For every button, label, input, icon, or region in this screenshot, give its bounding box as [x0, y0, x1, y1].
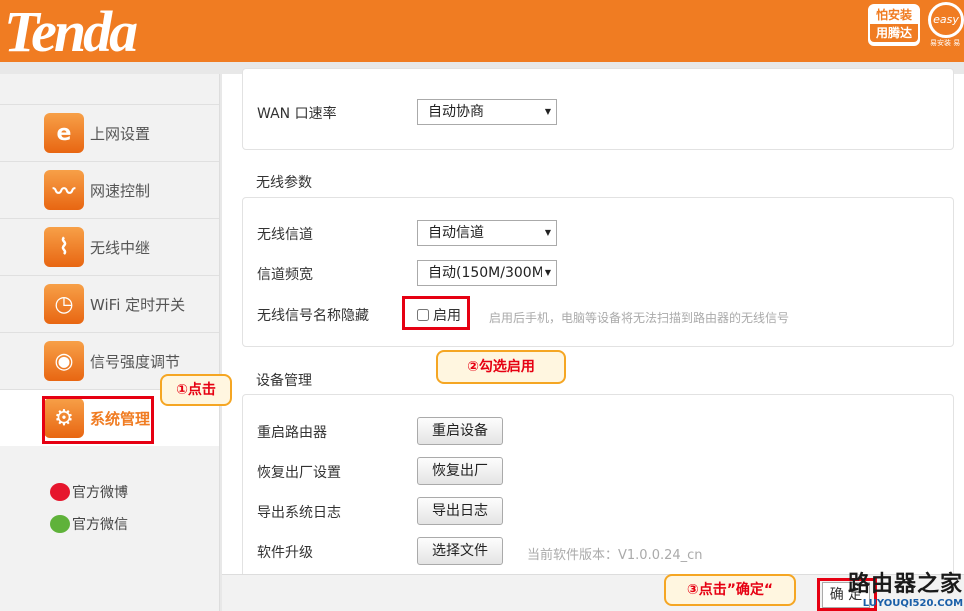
header-bar: Tenda 怕安装 用腾达 easy 易安装 易 — [0, 0, 964, 64]
callout-step1: ①点击 — [160, 374, 232, 406]
easy-icon: easy — [928, 2, 964, 38]
sidebar-item-label: WiFi 定时开关 — [90, 295, 186, 314]
easy-caption: 易安装 易 — [930, 39, 961, 47]
export-log-label: 导出系统日志 — [257, 505, 341, 521]
sidebar-item-internet-settings[interactable]: e 上网设置 — [0, 104, 219, 161]
sidebar-item-label: 无线中继 — [90, 238, 151, 257]
sidebar-item-wifi-timer[interactable]: ◷ WiFi 定时开关 — [0, 275, 219, 332]
sidebar-item-label: 上网设置 — [90, 124, 151, 143]
bandwidth-label: 信道频宽 — [257, 267, 313, 283]
highlight-hide-ssid-checkbox — [402, 296, 470, 330]
weibo-label: 官方微博 — [72, 485, 128, 501]
tenda-logo: Tenda — [4, 0, 138, 64]
weibo-icon — [50, 483, 70, 501]
site-watermark: 路由器之家 LUYOUQI520.COM — [848, 566, 963, 609]
sidebar: e 上网设置 〰 网速控制 ⌇ 无线中继 ◷ WiFi 定时开关 ◉ 信号强度调… — [0, 74, 220, 611]
hide-ssid-label: 无线信号名称隐藏 — [257, 308, 369, 324]
weixin-label: 官方微信 — [72, 517, 128, 533]
channel-select[interactable]: 自动信道 — [417, 220, 557, 246]
factory-reset-button[interactable]: 恢复出厂 — [417, 457, 503, 485]
export-log-button[interactable]: 导出日志 — [417, 497, 503, 525]
signal-icon: ◉ — [44, 341, 84, 381]
reboot-label: 重启路由器 — [257, 425, 327, 441]
choose-file-button[interactable]: 选择文件 — [417, 537, 503, 565]
hide-ssid-hint: 启用后手机，电脑等设备将无法扫描到路由器的无线信号 — [489, 311, 790, 325]
wan-rate-label: WAN 口速率 — [257, 106, 337, 122]
sidebar-item-wireless-repeater[interactable]: ⌇ 无线中继 — [0, 218, 219, 275]
reboot-button[interactable]: 重启设备 — [417, 417, 503, 445]
sidebar-item-label: 信号强度调节 — [90, 352, 181, 371]
badge-line1: 怕安装 — [875, 8, 912, 22]
factory-reset-label: 恢复出厂设置 — [257, 465, 341, 481]
bandwidth-select[interactable]: 自动(150M/300M — [417, 260, 557, 286]
device-panel: 重启路由器 重启设备 恢复出厂设置 恢复出厂 导出系统日志 导出日志 软件升级 … — [242, 394, 954, 584]
upgrade-label: 软件升级 — [257, 545, 313, 561]
main-content: WAN 口速率 自动协商 无线参数 无线信道 自动信道 信道频宽 自动(150M… — [222, 68, 964, 584]
wechat-icon — [50, 515, 70, 533]
weibo-link[interactable]: 官方微博 — [50, 482, 128, 502]
weixin-link[interactable]: 官方微信 — [50, 514, 128, 534]
callout-step2: ②勾选启用 — [436, 350, 566, 384]
wan-rate-select[interactable]: 自动协商 — [417, 99, 557, 125]
badge-line2: 用腾达 — [870, 24, 918, 42]
channel-label: 无线信道 — [257, 227, 313, 243]
speed-wave-icon: 〰 — [44, 170, 84, 210]
wan-panel: WAN 口速率 自动协商 — [242, 68, 954, 150]
watermark-url: LUYOUQI520.COM — [862, 598, 964, 609]
highlight-system-management — [42, 396, 154, 444]
wireless-panel: 无线信道 自动信道 信道频宽 自动(150M/300M 无线信号名称隐藏 启用 … — [242, 197, 954, 347]
wireless-section-title: 无线参数 — [256, 175, 312, 191]
sidebar-item-label: 网速控制 — [90, 181, 151, 200]
e-icon: e — [44, 113, 84, 153]
callout-step3: ③点击”确定“ — [664, 574, 796, 606]
install-badge: 怕安装 用腾达 — [868, 4, 920, 46]
watermark-title: 路由器之家 — [848, 572, 964, 597]
antenna-icon: ⌇ — [44, 227, 84, 267]
device-section-title: 设备管理 — [256, 373, 312, 389]
firmware-version: 当前软件版本：V1.0.0.24_cn — [527, 548, 703, 563]
sidebar-item-speed-control[interactable]: 〰 网速控制 — [0, 161, 219, 218]
timer-icon: ◷ — [44, 284, 84, 324]
